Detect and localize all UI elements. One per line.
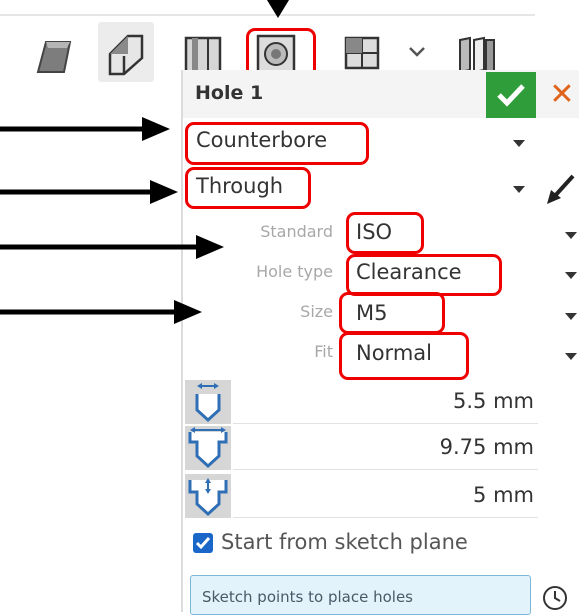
panel-title: Hole 1 — [195, 82, 264, 104]
extrude-icon[interactable] — [30, 28, 80, 78]
chevron-down-icon — [513, 186, 525, 193]
standard-highlight — [346, 212, 424, 254]
chevron-down-icon — [565, 313, 577, 320]
size-highlight — [339, 292, 445, 334]
close-icon: ✕ — [549, 77, 575, 112]
counterbore-diameter-field[interactable]: 9.75 mm — [183, 426, 538, 470]
clock-icon[interactable] — [542, 585, 568, 611]
counterbore-depth-field[interactable]: 5 mm — [183, 474, 538, 518]
counterbore-diameter-value: 9.75 mm — [439, 435, 534, 459]
sketch-points-hint: Sketch points to place holes — [202, 588, 413, 606]
hole-diameter-field[interactable]: 5.5 mm — [183, 380, 538, 424]
chevron-down-icon — [565, 272, 577, 279]
hole-feature-panel: Hole 1 ✕ Counterbore Through Standard IS… — [181, 70, 579, 615]
arrow-standard-annotation — [0, 235, 224, 259]
size-label: Size — [300, 302, 333, 321]
hole-type-highlight — [346, 254, 502, 296]
ok-button[interactable] — [486, 72, 536, 118]
arrow-down-annotation — [267, 0, 289, 18]
close-button[interactable]: ✕ — [547, 78, 577, 112]
arrow-size-annotation — [0, 300, 202, 324]
start-from-sketch-plane-checkbox[interactable] — [193, 533, 213, 553]
flip-direction-icon[interactable] — [545, 172, 577, 206]
termination-highlight — [185, 167, 311, 209]
arrow-hole-style-annotation — [0, 117, 170, 141]
counterbore-diameter-icon — [185, 426, 231, 470]
panel-header: Hole 1 ✕ — [183, 70, 579, 118]
hole-diameter-icon — [185, 380, 231, 424]
hole-type-label: Hole type — [256, 262, 333, 281]
sketch-points-selection-box[interactable]: Sketch points to place holes — [190, 575, 531, 615]
chevron-down-icon — [513, 140, 525, 147]
start-from-sketch-plane-label: Start from sketch plane — [221, 530, 468, 554]
counterbore-depth-value: 5 mm — [473, 483, 534, 507]
arrow-termination-annotation — [0, 180, 178, 204]
hole-diameter-value: 5.5 mm — [453, 389, 534, 413]
field-underline — [233, 423, 538, 424]
chevron-down-icon — [565, 232, 577, 239]
hole-style-highlight — [185, 122, 369, 165]
check-icon — [497, 84, 525, 107]
field-underline — [233, 517, 538, 518]
counterbore-depth-icon — [185, 474, 231, 518]
revolve-icon[interactable] — [98, 22, 154, 82]
chevron-down-icon — [565, 353, 577, 360]
field-underline — [233, 469, 538, 470]
fit-highlight — [339, 332, 469, 380]
fit-label: Fit — [314, 342, 333, 361]
check-icon — [195, 537, 211, 550]
